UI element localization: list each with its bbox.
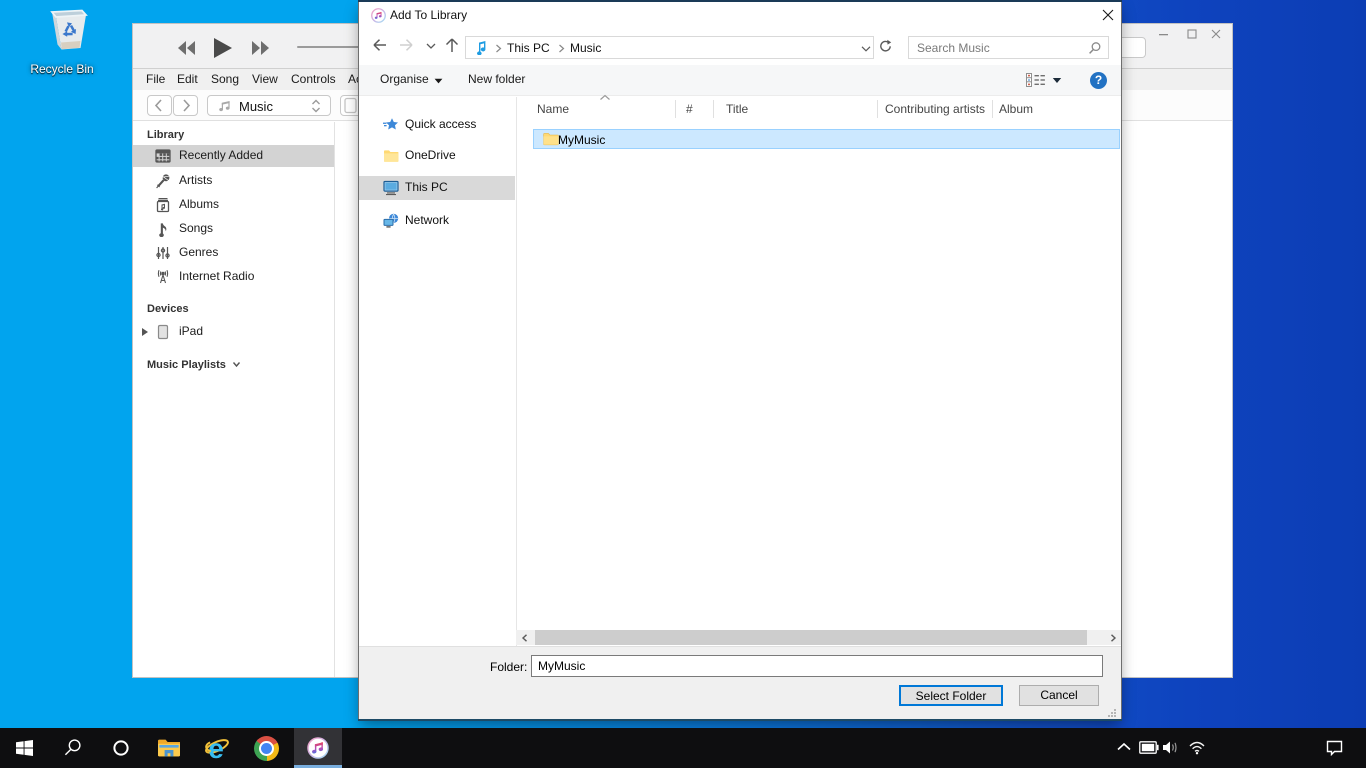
- svg-text:e: e: [208, 733, 224, 763]
